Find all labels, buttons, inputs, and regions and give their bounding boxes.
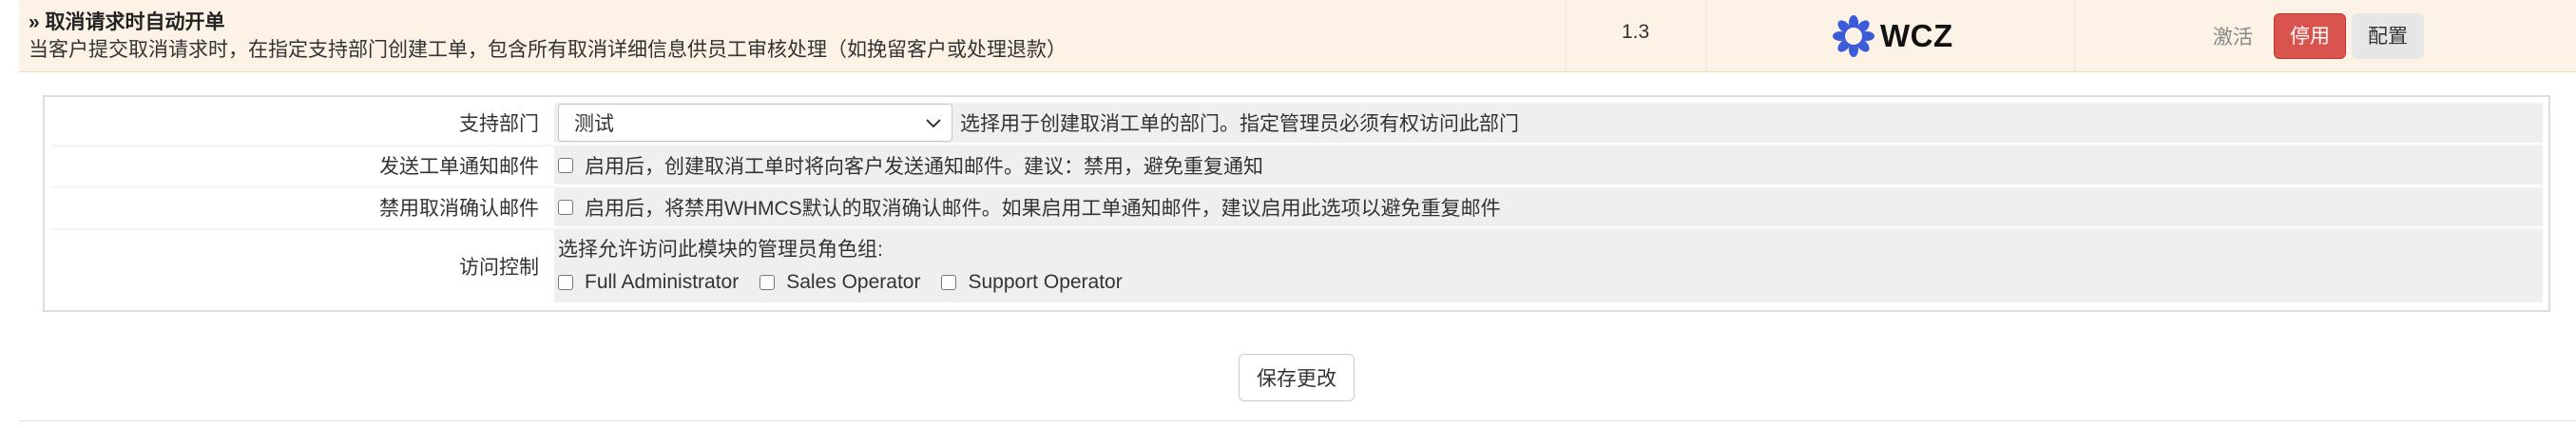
disable-confirmation-text: 启用后，将禁用WHMCS默认的取消确认邮件。如果启用工单通知邮件，建议启用此选项… xyxy=(585,198,1501,220)
department-select[interactable]: 测试 xyxy=(558,104,952,142)
role-option-sales-operator[interactable]: Sales Operator xyxy=(759,266,920,299)
role-label: Sales Operator xyxy=(786,271,921,293)
setting-row-send-notification: 发送工单通知邮件 启用后，创建取消工单时将向客户发送通知邮件。建议：禁用，避免重… xyxy=(50,146,2543,185)
department-select-value: 测试 xyxy=(574,113,614,135)
role-checkbox-list: Full Administrator Sales Operator Suppor… xyxy=(558,266,1144,299)
setting-row-disable-confirmation: 禁用取消确认邮件 启用后，将禁用WHMCS默认的取消确认邮件。如果启用工单通知邮… xyxy=(50,188,2543,226)
setting-row-access-control: 访问控制 选择允许访问此模块的管理员角色组: Full Administrato… xyxy=(50,230,2543,302)
send-notification-checkbox[interactable] xyxy=(558,158,573,173)
module-row: » 取消请求时自动开单 当客户提交取消请求时，在指定支持部门创建工单，包含所有取… xyxy=(19,0,2576,72)
setting-row-department: 支持部门 测试 选择用于创建取消工单的部门。指定管理员必须有权访问此部门 xyxy=(50,103,2543,143)
module-config-page: » 取消请求时自动开单 当客户提交取消请求时，在指定支持部门创建工单，包含所有取… xyxy=(0,0,2576,428)
access-control-prompt: 选择允许访问此模块的管理员角色组: xyxy=(558,239,883,261)
role-option-full-administrator[interactable]: Full Administrator xyxy=(558,266,739,299)
module-info: » 取消请求时自动开单 当客户提交取消请求时，在指定支持部门创建工单，包含所有取… xyxy=(29,10,1067,65)
wcz-logo-icon xyxy=(1833,15,1874,57)
module-logo: WCZ xyxy=(1833,13,1953,59)
access-control-field: 选择允许访问此模块的管理员角色组: Full Administrator Sal… xyxy=(554,230,2543,302)
disable-confirmation-field: 启用后，将禁用WHMCS默认的取消确认邮件。如果启用工单通知邮件，建议启用此选项… xyxy=(554,188,2543,226)
module-actions: 激活 停用 配置 xyxy=(2213,13,2424,59)
role-option-support-operator[interactable]: Support Operator xyxy=(941,266,1123,299)
save-changes-button[interactable]: 保存更改 xyxy=(1239,354,1355,401)
chevron-down-icon xyxy=(926,119,941,128)
bottom-divider xyxy=(19,420,2576,421)
access-control-label: 访问控制 xyxy=(50,230,547,302)
role-label: Full Administrator xyxy=(585,271,740,293)
deactivate-button[interactable]: 停用 xyxy=(2274,13,2346,59)
module-title: » 取消请求时自动开单 xyxy=(29,11,225,33)
column-divider xyxy=(1566,0,1567,71)
settings-table: 支持部门 测试 选择用于创建取消工单的部门。指定管理员必须有权访问此部门 发送工… xyxy=(43,95,2550,312)
logo-text: WCZ xyxy=(1880,18,1953,53)
role-checkbox[interactable] xyxy=(759,275,776,290)
activate-link[interactable]: 激活 xyxy=(2213,22,2253,50)
column-divider xyxy=(1705,0,1706,71)
disable-confirmation-checkbox[interactable] xyxy=(558,200,573,215)
module-version: 1.3 xyxy=(1622,21,1650,43)
send-notification-text: 启用后，创建取消工单时将向客户发送通知邮件。建议：禁用，避免重复通知 xyxy=(585,156,1263,178)
role-label: Support Operator xyxy=(968,271,1123,293)
send-notification-field: 启用后，创建取消工单时将向客户发送通知邮件。建议：禁用，避免重复通知 xyxy=(554,146,2543,185)
configure-button[interactable]: 配置 xyxy=(2352,13,2424,59)
department-label: 支持部门 xyxy=(50,103,547,143)
send-notification-label: 发送工单通知邮件 xyxy=(50,146,547,185)
department-help: 选择用于创建取消工单的部门。指定管理员必须有权访问此部门 xyxy=(960,113,1519,135)
department-field: 测试 选择用于创建取消工单的部门。指定管理员必须有权访问此部门 xyxy=(554,103,2543,143)
role-checkbox[interactable] xyxy=(941,275,957,290)
disable-confirmation-label: 禁用取消确认邮件 xyxy=(50,188,547,226)
role-checkbox[interactable] xyxy=(558,275,573,290)
module-description: 当客户提交取消请求时，在指定支持部门创建工单，包含所有取消详细信息供员工审核处理… xyxy=(29,39,1067,61)
column-divider xyxy=(2074,0,2075,71)
